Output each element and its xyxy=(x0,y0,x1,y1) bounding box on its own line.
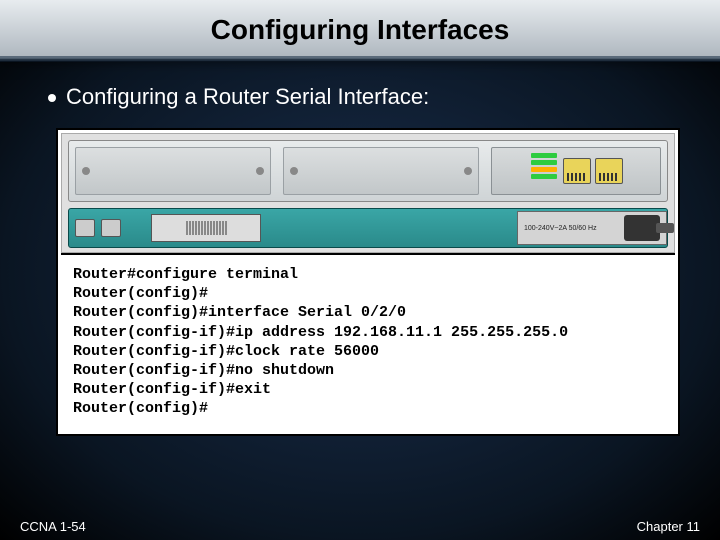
console-port-icon xyxy=(75,219,95,237)
power-supply: 100-240V~2A 50/60 Hz xyxy=(517,211,667,245)
cli-line-5: Router(config-if)#no shutdown xyxy=(73,362,334,379)
blank-slot-mid xyxy=(283,147,479,195)
led-block xyxy=(529,151,559,191)
content-frame: 100-240V~2A 50/60 Hz Router#configure te… xyxy=(56,128,680,436)
serial-port-0-icon xyxy=(563,158,591,184)
router-lower-chassis: 100-240V~2A 50/60 Hz xyxy=(68,208,668,248)
aux-port-icon xyxy=(101,219,121,237)
led-speed-icon xyxy=(531,167,557,172)
router-illustration: 100-240V~2A 50/60 Hz xyxy=(61,133,675,253)
led-fdx-icon xyxy=(531,174,557,179)
footer: CCNA 1-54 Chapter 11 xyxy=(0,519,720,534)
led-link-icon xyxy=(531,160,557,165)
rps-connector-icon xyxy=(186,221,227,235)
footer-right: Chapter 11 xyxy=(637,519,700,534)
cli-line-3: Router(config-if)#ip address 192.168.11.… xyxy=(73,324,568,341)
psu-label: 100-240V~2A 50/60 Hz xyxy=(524,225,597,232)
serial-hwic-module xyxy=(491,147,661,195)
cli-line-4: Router(config-if)#clock rate 56000 xyxy=(73,343,379,360)
slide-title: Configuring Interfaces xyxy=(0,14,720,46)
footer-left: CCNA 1-54 xyxy=(20,519,86,534)
cli-line-7: Router(config)# xyxy=(73,400,208,417)
bullet-row: Configuring a Router Serial Interface: xyxy=(0,62,720,120)
slide: Configuring Interfaces Configuring a Rou… xyxy=(0,0,720,540)
cli-line-0: Router#configure terminal xyxy=(73,266,298,283)
cli-line-2: Router(config)#interface Serial 0/2/0 xyxy=(73,304,406,321)
rps-input xyxy=(151,214,261,242)
cli-line-6: Router(config-if)#exit xyxy=(73,381,271,398)
serial-port-1-icon xyxy=(595,158,623,184)
cli-terminal: Router#configure terminal Router(config)… xyxy=(61,253,675,431)
power-plug-icon xyxy=(624,215,660,241)
led-act-icon xyxy=(531,153,557,158)
title-band: Configuring Interfaces xyxy=(0,0,720,58)
blank-slot-left xyxy=(75,147,271,195)
bullet-icon xyxy=(48,94,56,102)
cli-line-1: Router(config)# xyxy=(73,285,208,302)
bullet-text: Configuring a Router Serial Interface: xyxy=(66,84,429,110)
router-upper-chassis xyxy=(68,140,668,202)
